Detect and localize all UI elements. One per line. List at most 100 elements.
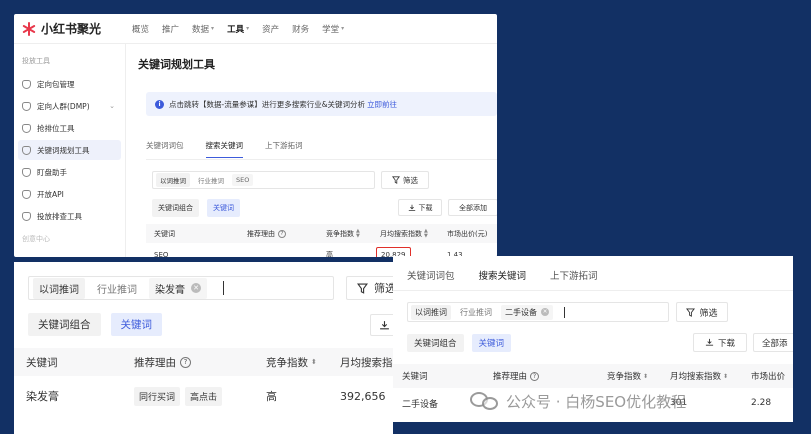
notice-link[interactable]: 立即前往 [367, 99, 397, 110]
nav-academy[interactable]: 学堂 ▾ [322, 23, 344, 35]
keyword-search-input[interactable]: 以词推词 行业推词 染发膏 ✕ [28, 276, 334, 300]
nav-assets[interactable]: 资产 [262, 23, 279, 35]
close-icon[interactable]: ✕ [541, 308, 549, 316]
keyword-search-input[interactable]: 以词推词 行业推词 二手设备 ✕ [407, 302, 669, 322]
mode-chip-word[interactable]: 以词推词 [33, 277, 85, 299]
nav-promotion[interactable]: 推广 [162, 23, 179, 35]
filter-button[interactable]: 筛选 [346, 276, 393, 300]
keyword-chip[interactable]: SEO [232, 174, 254, 186]
wechat-icon [470, 390, 500, 412]
table-header: 关键词 推荐理由? 竞争指数 ▲ ▼ 月均搜索指数 ▲ ▼ 市场出价(元) [146, 224, 497, 243]
cell-competition: 高 [266, 390, 277, 403]
mode-chip-industry[interactable]: 行业推词 [91, 278, 143, 299]
tab-related-keywords[interactable]: 上下游拓词 [550, 268, 598, 291]
mode-chip-industry[interactable]: 行业推词 [194, 173, 228, 187]
keyword-combination-button[interactable]: 关键词组合 [28, 313, 101, 336]
keyword-combination-button[interactable]: 关键词组合 [407, 334, 464, 352]
info-icon: i [155, 99, 164, 109]
sidebar: 投放工具 定向包管理 定向人群(DMP) ⌄ 抢排位工具 关键词规划工具 盯盘助手… [14, 44, 126, 257]
table-header: 关键词 推荐理由? 竞争指数 ⬍ 月均搜索指数 ⬍ 市场出价 [393, 364, 793, 388]
cell-keyword: SEO [154, 250, 169, 258]
nav-tools[interactable]: 工具 ▾ [227, 23, 249, 35]
header-competition[interactable]: 竞争指数 ▲ ▼ [326, 224, 360, 243]
keyword-combination-button[interactable]: 关键词组合 [152, 199, 199, 217]
tab-search-keywords[interactable]: 搜索关键词 [205, 140, 243, 158]
chevron-down-icon: ▾ [246, 25, 250, 32]
keyword-search-input[interactable]: 以词推词 行业推词 SEO [152, 171, 375, 189]
zoom-panel-hair-dye: 以词推词 行业推词 染发膏 ✕ 筛选 关键词组合 关键词 关键词 推荐理由? 竞争… [14, 262, 393, 434]
help-icon[interactable]: ? [530, 371, 540, 381]
sidebar-item-keyword-planner[interactable]: 关键词规划工具 [18, 140, 121, 160]
header-monthly-search[interactable]: 月均搜索指数 ▲ ▼ [380, 224, 428, 243]
keyword-chip[interactable]: 二手设备 ✕ [501, 304, 553, 320]
tab-keyword-package[interactable]: 关键词词包 [407, 268, 455, 291]
nav-overview[interactable]: 概览 [132, 23, 149, 35]
cell-market-bid: 2.28 [751, 398, 772, 408]
filter-icon [392, 176, 400, 184]
tab-keyword-package[interactable]: 关键词词包 [146, 140, 184, 158]
mode-buttons: 关键词组合 关键词 [152, 199, 240, 217]
header-market-bid: 市场出价 [751, 372, 786, 382]
keyword-button[interactable]: 关键词 [110, 313, 162, 336]
shield-icon [22, 101, 31, 111]
top-navigation-bar: 小红书聚光 概览 推广 数据 ▾ 工具 ▾ 资产 财务 学堂 ▾ [14, 14, 497, 44]
tab-divider [146, 159, 497, 160]
sort-icon: ▲ ▼ [356, 227, 360, 239]
sidebar-faded-section: 创意中心 [22, 235, 50, 243]
main-content: 关键词规划工具 i 点击跳转【数据-流量参谋】进行更多搜索行业&关键词分析 立即… [126, 44, 497, 257]
cell-monthly-search: 20,829 [376, 243, 411, 257]
cell-competition: 高 [326, 250, 333, 258]
sidebar-section-title: 投放工具 [22, 57, 50, 65]
mode-buttons: 关键词组合 关键词 [407, 334, 512, 352]
sidebar-item-open-api[interactable]: 开放API [18, 184, 121, 204]
tab-bar: 关键词词包 搜索关键词 上下游拓词 [146, 140, 303, 158]
table-row: 染发膏 同行买词 高点击 高 392,656 [14, 376, 393, 416]
header-keyword: 关键词 [154, 229, 175, 238]
sort-icon: ⬍ [723, 372, 729, 380]
shield-icon [22, 211, 31, 221]
help-icon[interactable]: ? [180, 356, 191, 368]
download-icon [408, 204, 415, 211]
notice-banner: i 点击跳转【数据-流量参谋】进行更多搜索行业&关键词分析 立即前往 [146, 92, 497, 116]
download-button[interactable]: 下载 [693, 333, 747, 352]
download-icon [705, 338, 714, 346]
tab-related-keywords[interactable]: 上下游拓词 [265, 140, 303, 158]
keyword-chip[interactable]: 染发膏 ✕ [149, 277, 207, 299]
header-monthly-search: 月均搜索指 [340, 356, 393, 369]
table-header: 关键词 推荐理由? 竞争指数 ⬍ 月均搜索指 [14, 348, 393, 376]
sidebar-item-rank-tool[interactable]: 抢排位工具 [18, 118, 121, 138]
header-monthly-search[interactable]: 月均搜索指数 ⬍ [670, 364, 728, 388]
close-icon[interactable]: ✕ [191, 283, 201, 293]
help-icon[interactable]: ? [278, 229, 286, 238]
main-nav: 概览 推广 数据 ▾ 工具 ▾ 资产 财务 学堂 ▾ [132, 23, 344, 35]
shield-icon [22, 167, 31, 177]
header-competition[interactable]: 竞争指数 ⬍ [607, 364, 648, 388]
add-all-button[interactable]: 全部添加 [448, 199, 497, 216]
filter-button[interactable]: 筛选 [676, 302, 728, 322]
reason-tag: 同行买词 [134, 386, 181, 406]
header-competition[interactable]: 竞争指数 ⬍ [266, 348, 317, 376]
keyword-button[interactable]: 关键词 [471, 334, 512, 352]
mode-chip-word[interactable]: 以词推词 [156, 173, 190, 187]
nav-data[interactable]: 数据 ▾ [192, 23, 214, 35]
mode-chip-industry[interactable]: 行业推词 [456, 305, 496, 320]
tab-search-keywords[interactable]: 搜索关键词 [478, 268, 527, 291]
cell-reason: 同行买词 高点击 [134, 376, 227, 416]
sort-icon: ⬍ [311, 358, 317, 366]
download-button[interactable]: 下载 [398, 199, 442, 216]
watermark: 公众号 · 白杨SEO优化教程 [470, 390, 686, 412]
keyword-button[interactable]: 关键词 [207, 199, 240, 217]
filter-button[interactable]: 筛选 [381, 171, 429, 189]
sidebar-item-troubleshoot[interactable]: 投放排查工具 [18, 206, 121, 226]
download-button[interactable] [370, 314, 393, 336]
add-all-button[interactable]: 全部添 [753, 333, 793, 352]
shield-icon [22, 123, 31, 133]
page-title: 关键词规划工具 [138, 58, 215, 71]
sidebar-item-monitor[interactable]: 盯盘助手 [18, 162, 121, 182]
watermark-text: 公众号 · 白杨SEO优化教程 [506, 392, 687, 411]
sidebar-item-dmp[interactable]: 定向人群(DMP) ⌄ [18, 96, 121, 116]
mode-chip-word[interactable]: 以词推词 [411, 304, 451, 320]
nav-finance[interactable]: 财务 [292, 23, 309, 35]
brand-logo[interactable]: 小红书聚光 [22, 20, 122, 37]
sidebar-item-targeting-package[interactable]: 定向包管理 [18, 74, 121, 94]
